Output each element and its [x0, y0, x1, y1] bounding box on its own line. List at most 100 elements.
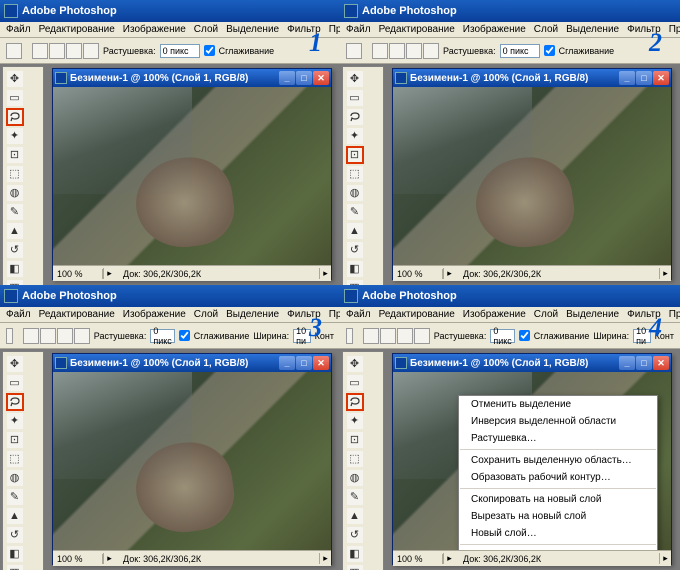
menu-select[interactable]: Выделение	[222, 309, 283, 320]
menu-view[interactable]: Просмотр	[665, 309, 680, 320]
menubar[interactable]: ФайлРедактированиеИзображениеСлойВыделен…	[0, 307, 340, 323]
ctx-free-trans[interactable]: Свободное трансформирование	[459, 547, 657, 550]
zoom-field[interactable]: 100 %	[393, 269, 443, 279]
sel-sub[interactable]	[397, 328, 413, 344]
close-button[interactable]: ✕	[313, 356, 329, 370]
brush-tool[interactable]: ✎	[6, 203, 24, 221]
menu-layer[interactable]: Слой	[530, 24, 562, 35]
wand-tool[interactable]: ✦	[6, 127, 24, 145]
menu-edit[interactable]: Редактирование	[375, 24, 459, 35]
menubar[interactable]: ФайлРедактированиеИзображениеСлойВыделен…	[340, 307, 680, 323]
menu-view[interactable]: Просмотр	[325, 309, 340, 320]
sel-int[interactable]	[414, 328, 430, 344]
feather-input[interactable]: 0 пикс	[160, 44, 200, 58]
canvas[interactable]: Отменить выделение Инверсия выделенной о…	[393, 372, 671, 550]
sel-int[interactable]	[423, 43, 439, 59]
wand-tool[interactable]: ✦	[6, 412, 24, 430]
sel-sub[interactable]	[66, 43, 82, 59]
tool-preset[interactable]	[346, 328, 353, 344]
zoom-field[interactable]: 100 %	[53, 554, 103, 564]
canvas[interactable]	[393, 87, 671, 265]
feather-input[interactable]: 0 пикс	[500, 44, 540, 58]
menu-layer[interactable]: Слой	[530, 309, 562, 320]
ctx-save-sel[interactable]: Сохранить выделенную область…	[459, 452, 657, 469]
gradient-tool[interactable]: ▦	[346, 564, 364, 570]
tool-preset[interactable]	[6, 43, 22, 59]
antialias-checkbox[interactable]	[179, 330, 190, 341]
status-arrow-right[interactable]: ▸	[319, 553, 331, 564]
lasso-tool[interactable]	[346, 393, 364, 411]
history-tool[interactable]: ↺	[6, 526, 24, 544]
slice-tool[interactable]: ⬚	[346, 165, 364, 183]
lasso-tool[interactable]	[346, 108, 364, 126]
heal-tool[interactable]: ◍	[6, 184, 24, 202]
sel-int[interactable]	[83, 43, 99, 59]
stamp-tool[interactable]: ▲	[346, 222, 364, 240]
wand-tool[interactable]: ✦	[346, 127, 364, 145]
tool-preset[interactable]	[6, 328, 13, 344]
context-menu[interactable]: Отменить выделение Инверсия выделенной о…	[458, 395, 658, 550]
brush-tool[interactable]: ✎	[346, 488, 364, 506]
lasso-tool[interactable]	[6, 393, 24, 411]
eraser-tool[interactable]: ◧	[6, 260, 24, 278]
zoom-field[interactable]: 100 %	[53, 269, 103, 279]
status-arrow-left[interactable]: ▸	[103, 268, 115, 279]
slice-tool[interactable]: ⬚	[6, 450, 24, 468]
menu-image[interactable]: Изображение	[459, 24, 530, 35]
sel-add[interactable]	[49, 43, 65, 59]
menu-file[interactable]: Файл	[342, 24, 375, 35]
marquee-tool[interactable]: ▭	[6, 89, 24, 107]
sel-add[interactable]	[40, 328, 56, 344]
menu-view[interactable]: Просмотр	[325, 24, 340, 35]
sel-new[interactable]	[363, 328, 379, 344]
menu-edit[interactable]: Редактирование	[35, 24, 119, 35]
minimize-button[interactable]: _	[279, 71, 295, 85]
zoom-field[interactable]: 100 %	[393, 554, 443, 564]
antialias-checkbox[interactable]	[544, 45, 555, 56]
marquee-tool[interactable]: ▭	[6, 374, 24, 392]
menubar[interactable]: Файл Редактирование Изображение Слой Выд…	[0, 22, 340, 38]
menu-file[interactable]: Файл	[2, 309, 35, 320]
crop-tool[interactable]: ⊡	[346, 146, 364, 164]
menubar[interactable]: ФайлРедактированиеИзображениеСлойВыделен…	[340, 22, 680, 38]
sel-int[interactable]	[74, 328, 90, 344]
slice-tool[interactable]: ⬚	[6, 165, 24, 183]
move-tool[interactable]: ✥	[346, 355, 364, 373]
history-tool[interactable]: ↺	[346, 526, 364, 544]
crop-tool[interactable]: ⊡	[6, 146, 24, 164]
menu-edit[interactable]: Редактирование	[35, 309, 119, 320]
gradient-tool[interactable]: ▦	[6, 564, 24, 570]
document-titlebar[interactable]: Безимени-1 @ 100% (Слой 1, RGB/8) _ □ ✕	[53, 69, 331, 87]
status-arrow-right[interactable]: ▸	[659, 268, 671, 279]
status-arrow-left[interactable]: ▸	[103, 553, 115, 564]
antialias-checkbox[interactable]	[204, 45, 215, 56]
crop-tool[interactable]: ⊡	[346, 431, 364, 449]
menu-image[interactable]: Изображение	[119, 309, 190, 320]
document-titlebar[interactable]: Безимени-1 @ 100% (Слой 1, RGB/8)_□✕	[53, 354, 331, 372]
status-arrow-right[interactable]: ▸	[319, 268, 331, 279]
ctx-layer-copy[interactable]: Скопировать на новый слой	[459, 491, 657, 508]
eraser-tool[interactable]: ◧	[346, 545, 364, 563]
history-tool[interactable]: ↺	[346, 241, 364, 259]
stamp-tool[interactable]: ▲	[6, 507, 24, 525]
maximize-button[interactable]: □	[636, 71, 652, 85]
wand-tool[interactable]: ✦	[346, 412, 364, 430]
status-arrow-left[interactable]: ▸	[443, 553, 455, 564]
ctx-make-path[interactable]: Образовать рабочий контур…	[459, 469, 657, 486]
menu-layer[interactable]: Слой	[190, 24, 222, 35]
eraser-tool[interactable]: ◧	[6, 545, 24, 563]
antialias-checkbox[interactable]	[519, 330, 530, 341]
stamp-tool[interactable]: ▲	[346, 507, 364, 525]
status-arrow-left[interactable]: ▸	[443, 268, 455, 279]
menu-select[interactable]: Выделение	[562, 24, 623, 35]
close-button[interactable]: ✕	[653, 356, 669, 370]
stamp-tool[interactable]: ▲	[6, 222, 24, 240]
heal-tool[interactable]: ◍	[346, 184, 364, 202]
heal-tool[interactable]: ◍	[346, 469, 364, 487]
feather-input[interactable]: 0 пикс	[490, 329, 514, 343]
sel-new[interactable]	[23, 328, 39, 344]
ctx-deselect[interactable]: Отменить выделение	[459, 396, 657, 413]
sel-sub[interactable]	[57, 328, 73, 344]
document-titlebar[interactable]: Безимени-1 @ 100% (Слой 1, RGB/8)_□✕	[393, 69, 671, 87]
sel-add[interactable]	[389, 43, 405, 59]
